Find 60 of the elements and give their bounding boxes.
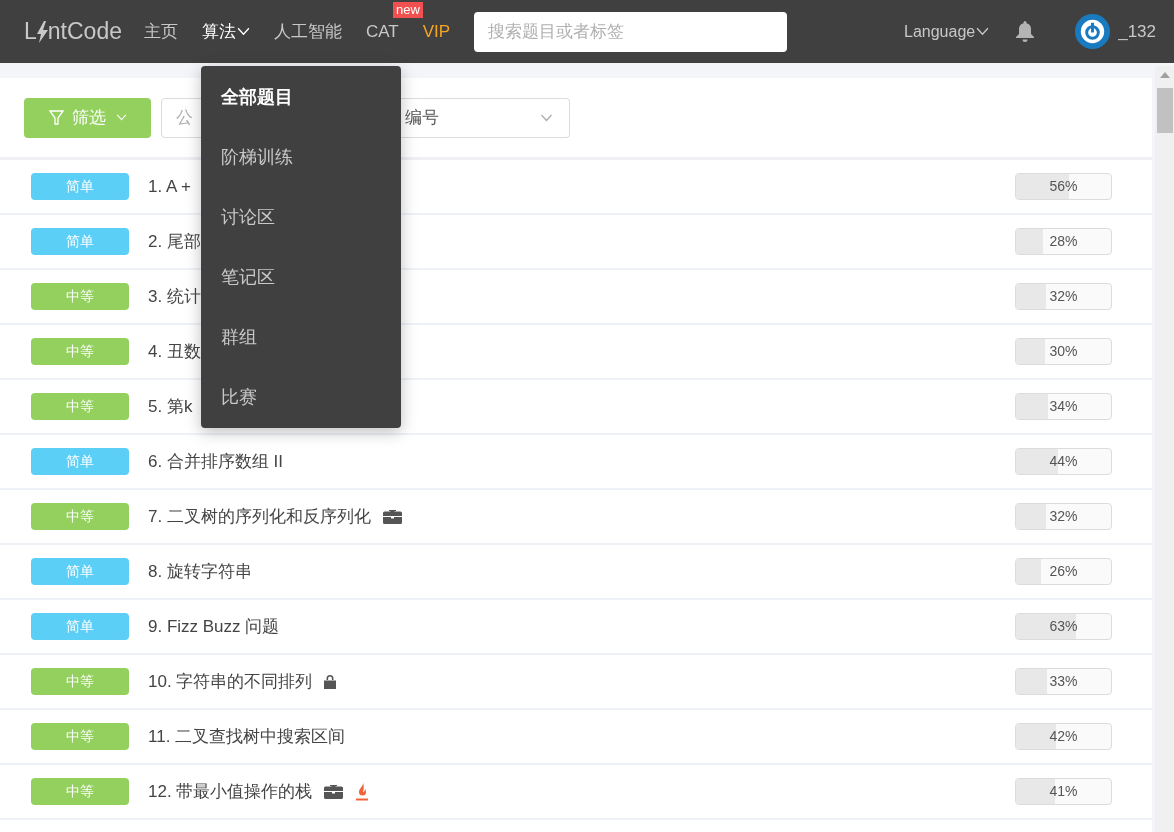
acceptance-rate: 28%: [1048, 232, 1079, 251]
acceptance-rate: 33%: [1048, 672, 1079, 691]
menu-item[interactable]: 群组: [201, 307, 401, 367]
acceptance-rate: 56%: [1048, 177, 1079, 196]
acceptance-rate: 41%: [1048, 782, 1079, 801]
problem-title[interactable]: 4. 丑数: [148, 338, 201, 365]
difficulty-tag: 中等: [31, 393, 129, 420]
avatar-icon[interactable]: [1075, 14, 1111, 49]
logo[interactable]: L ntCode: [24, 14, 122, 49]
problem-title[interactable]: 6. 合并排序数组 II: [148, 448, 284, 475]
problem-title[interactable]: 5. 第k: [148, 393, 193, 420]
scrollbar-thumb[interactable]: [1156, 88, 1173, 133]
nav-link[interactable]: 算法: [201, 18, 250, 45]
difficulty-tag: 中等: [31, 338, 129, 365]
menu-item[interactable]: 比赛: [201, 367, 401, 427]
problem-title[interactable]: 2. 尾部: [148, 228, 201, 255]
problem-title[interactable]: 8. 旋转字符串: [148, 558, 252, 585]
acceptance-rate: 30%: [1048, 342, 1079, 361]
acceptance-rate: 26%: [1048, 562, 1079, 581]
nav-link[interactable]: VIP: [422, 18, 451, 45]
problem-title[interactable]: 3. 统计: [148, 283, 201, 310]
acceptance-rate: 63%: [1048, 617, 1079, 636]
acceptance-rate: 34%: [1048, 397, 1079, 416]
acceptance-rate: 42%: [1048, 727, 1079, 746]
chevron-down-icon: [540, 113, 553, 122]
chevron-down-icon: [115, 114, 127, 121]
difficulty-tag: 简单: [31, 558, 129, 585]
search-field[interactable]: 搜索题目或者标签: [474, 11, 788, 52]
difficulty-tag: 中等: [31, 503, 129, 530]
acceptance-rate: 32%: [1048, 507, 1079, 526]
menu-item[interactable]: 讨论区: [201, 187, 401, 247]
difficulty-tag: 简单: [31, 228, 129, 255]
problem-title[interactable]: 9. Fizz Buzz 问题: [148, 613, 280, 640]
lightning-icon: [36, 20, 48, 43]
problem-title[interactable]: 12. 带最小值操作的栈: [148, 778, 313, 805]
difficulty-tag: 简单: [31, 613, 129, 640]
acceptance-rate: 32%: [1048, 287, 1079, 306]
scrollbar[interactable]: [1155, 66, 1174, 832]
chevron-down-icon: [976, 27, 990, 36]
problem-title[interactable]: 1. A +: [148, 173, 191, 200]
nav-link[interactable]: 主页: [143, 18, 178, 45]
difficulty-tag: 简单: [31, 173, 129, 200]
nav-link[interactable]: CAT: [365, 18, 399, 45]
menu-item[interactable]: 笔记区: [201, 247, 401, 307]
bell-icon[interactable]: [1015, 21, 1036, 42]
scroll-up-icon[interactable]: [1159, 72, 1170, 78]
difficulty-tag: 中等: [31, 778, 129, 805]
difficulty-tag: 中等: [31, 283, 129, 310]
nav-link[interactable]: 人工智能: [273, 18, 342, 45]
problem-title[interactable]: 10. 字符串的不同排列: [148, 668, 313, 695]
difficulty-tag: 简单: [31, 448, 129, 475]
difficulty-tag: 中等: [31, 668, 129, 695]
acceptance-rate: 44%: [1048, 452, 1079, 471]
problem-title[interactable]: 7. 二叉树的序列化和反序列化: [148, 503, 371, 530]
problem-title[interactable]: 11. 二叉查找树中搜索区间: [148, 723, 346, 750]
filter-icon: [48, 109, 64, 126]
username[interactable]: _132: [1118, 18, 1156, 45]
new-badge: new: [392, 1, 423, 18]
language-menu[interactable]: Language: [904, 19, 990, 44]
difficulty-tag: 中等: [31, 723, 129, 750]
